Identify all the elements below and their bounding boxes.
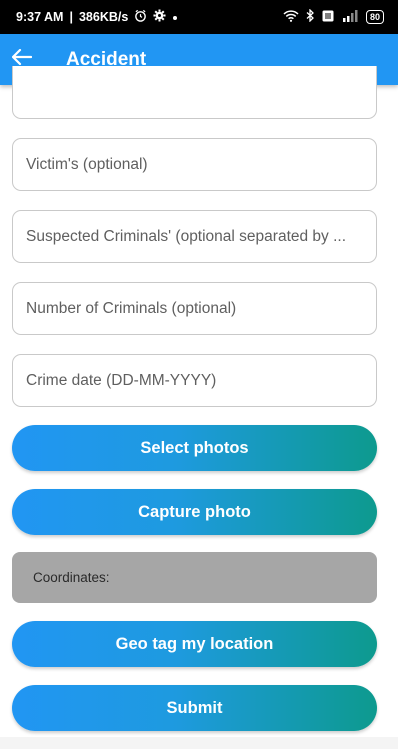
crime-date-input[interactable]	[26, 371, 363, 390]
victims-input[interactable]	[26, 155, 363, 174]
settings-icon	[153, 9, 166, 25]
geo-tag-button[interactable]: Geo tag my location	[12, 621, 377, 667]
suspects-field[interactable]	[12, 210, 377, 263]
victims-field[interactable]	[12, 138, 377, 191]
signal-icon	[341, 9, 359, 25]
alarm-icon	[134, 9, 147, 25]
status-bar: 9:37 AM | 386KB/s 80	[0, 0, 398, 34]
scrolled-field[interactable]	[12, 66, 377, 119]
navigation-bar	[0, 737, 398, 749]
status-speed: 386KB/s	[78, 10, 129, 24]
suspects-input[interactable]	[26, 227, 363, 246]
notification-dot-icon	[172, 10, 178, 24]
num-criminals-input[interactable]	[26, 299, 363, 318]
status-time: 9:37 AM	[16, 10, 64, 24]
wifi-icon	[283, 9, 299, 25]
num-criminals-field[interactable]	[12, 282, 377, 335]
capture-photo-button[interactable]: Capture photo	[12, 489, 377, 535]
status-right: 80	[283, 8, 384, 25]
bluetooth-icon	[306, 8, 315, 25]
coordinates-label: Coordinates:	[33, 570, 110, 585]
battery-icon: 80	[365, 10, 384, 24]
submit-button[interactable]: Submit	[12, 685, 377, 731]
status-left: 9:37 AM | 386KB/s	[16, 9, 178, 25]
status-separator: |	[69, 10, 73, 24]
volte-icon	[322, 10, 334, 25]
coordinates-box: Coordinates:	[12, 552, 377, 603]
crime-date-field[interactable]	[12, 354, 377, 407]
select-photos-button[interactable]: Select photos	[12, 425, 377, 471]
